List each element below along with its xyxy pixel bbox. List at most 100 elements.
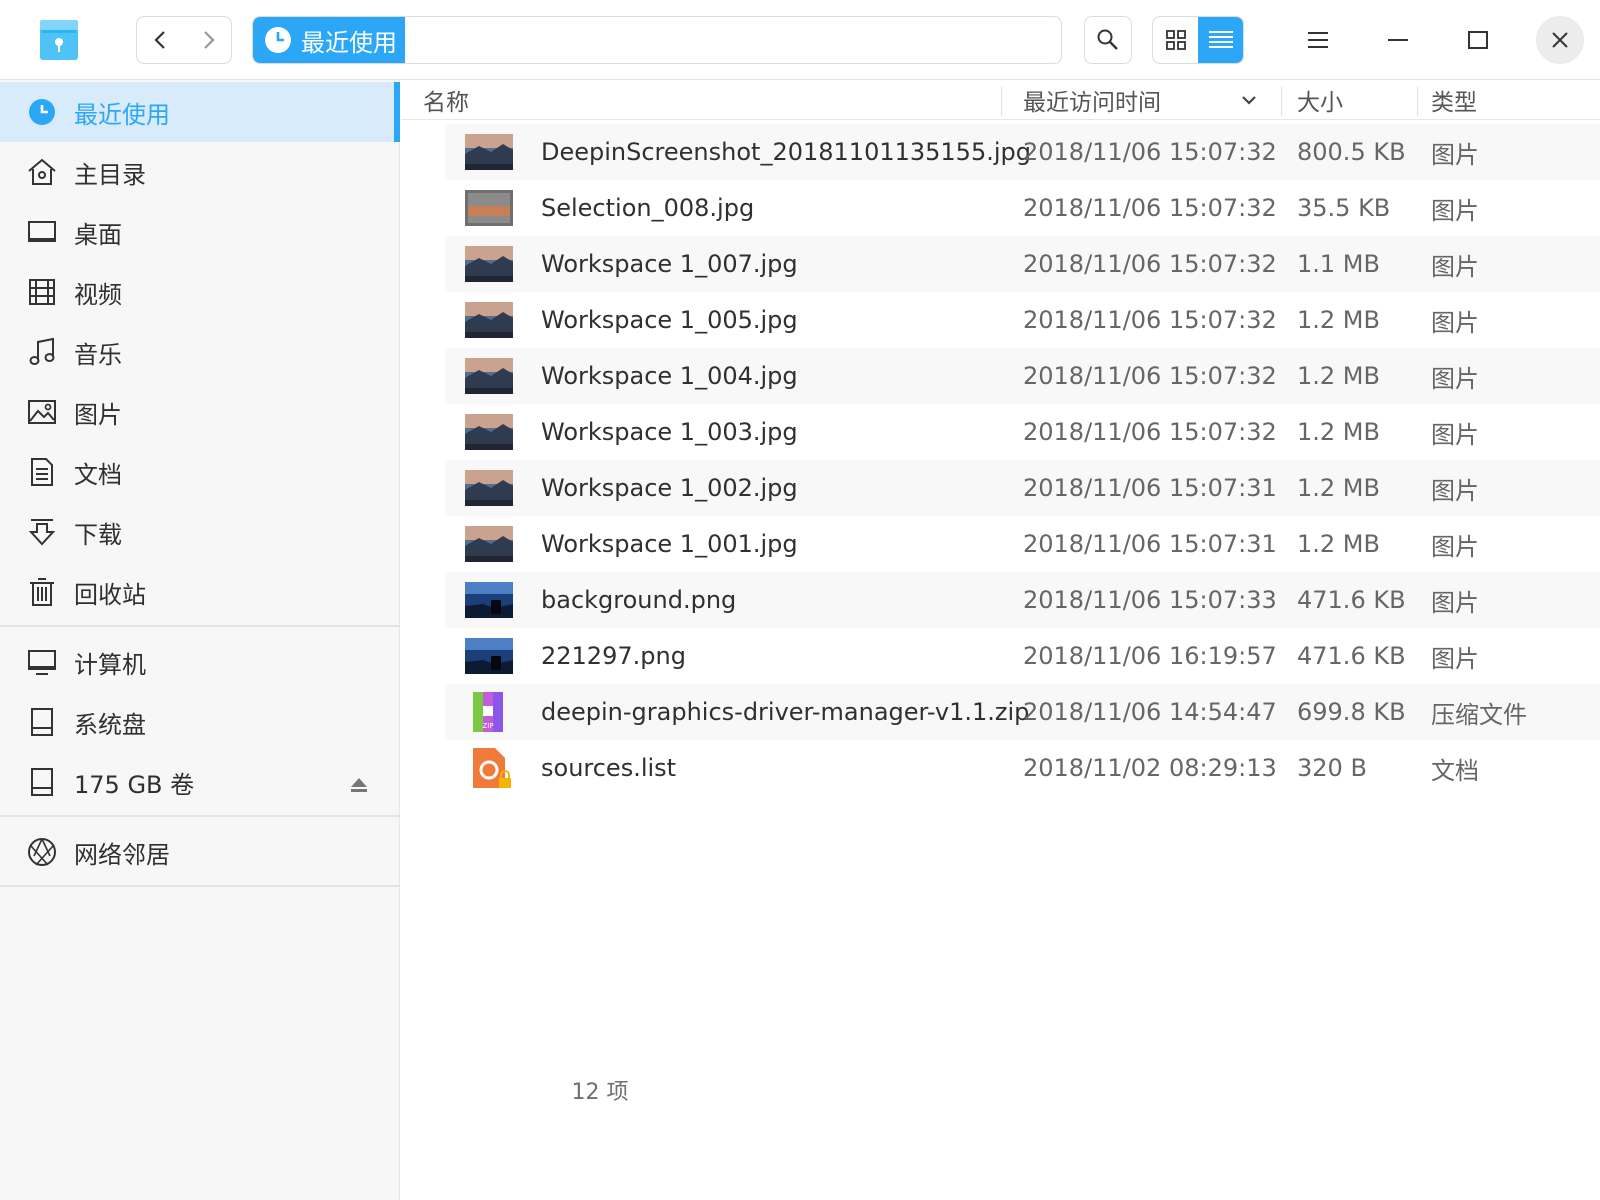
file-thumbnail-icon: [465, 246, 513, 282]
file-thumbnail-icon: [465, 358, 513, 394]
sidebar-item-network[interactable]: 网络邻居: [0, 822, 400, 882]
address-bar[interactable]: 最近使用: [252, 16, 1062, 64]
search-button[interactable]: [1084, 16, 1132, 64]
clock-icon: [265, 27, 291, 53]
column-separator[interactable]: [1417, 86, 1418, 116]
file-time: 2018/11/06 15:07:33: [1023, 586, 1277, 614]
sidebar-item-downloads[interactable]: 下载: [0, 502, 400, 562]
file-time: 2018/11/06 15:07:31: [1023, 530, 1277, 558]
file-time: 2018/11/06 16:19:57: [1023, 642, 1277, 670]
sidebar-item-pictures[interactable]: 图片: [0, 382, 400, 442]
sidebar-item-label: 视频: [74, 280, 122, 309]
breadcrumb-recent[interactable]: 最近使用: [253, 17, 405, 63]
file-size: 800.5 KB: [1297, 138, 1406, 166]
file-name: Workspace 1_001.jpg: [541, 530, 798, 558]
file-size: 1.2 MB: [1297, 362, 1380, 390]
music-icon: [26, 336, 58, 368]
file-size: 699.8 KB: [1297, 698, 1406, 726]
file-time: 2018/11/06 15:07:32: [1023, 138, 1277, 166]
column-header-name[interactable]: 名称: [423, 80, 469, 120]
column-separator[interactable]: [1281, 86, 1282, 116]
file-row[interactable]: sources.list 2018/11/02 08:29:13 320 B 文档: [445, 740, 1600, 796]
column-header-type[interactable]: 类型: [1431, 80, 1477, 120]
file-row[interactable]: Workspace 1_002.jpg 2018/11/06 15:07:31 1.…: [445, 460, 1600, 516]
sidebar-item-documents[interactable]: 文档: [0, 442, 400, 502]
file-name: Workspace 1_003.jpg: [541, 418, 798, 446]
file-name: 221297.png: [541, 642, 686, 670]
column-header-time[interactable]: 最近访问时间: [1023, 80, 1257, 120]
file-size: 1.2 MB: [1297, 418, 1380, 446]
sidebar-item-videos[interactable]: 视频: [0, 262, 400, 322]
menu-icon: [1308, 32, 1328, 48]
file-row[interactable]: DeepinScreenshot_20181101135155.jpg 2018/…: [445, 124, 1600, 180]
file-size: 35.5 KB: [1297, 194, 1391, 222]
close-button[interactable]: [1536, 16, 1584, 64]
sidebar-item-trash[interactable]: 回收站: [0, 562, 400, 622]
file-row[interactable]: 221297.png 2018/11/06 16:19:57 471.6 KB 图片: [445, 628, 1600, 684]
file-row[interactable]: Workspace 1_004.jpg 2018/11/06 15:07:32 1.…: [445, 348, 1600, 404]
file-row[interactable]: background.png 2018/11/06 15:07:33 471.6 K…: [445, 572, 1600, 628]
view-mode-switch: [1152, 16, 1244, 64]
breadcrumb-label: 最近使用: [301, 28, 397, 57]
back-button[interactable]: [137, 17, 184, 63]
file-thumbnail-icon: ZIP: [465, 690, 513, 734]
file-type: 图片: [1431, 308, 1479, 337]
sidebar-item-computer[interactable]: 计算机: [0, 632, 400, 692]
sidebar-item-home[interactable]: 主目录: [0, 142, 400, 202]
file-name: sources.list: [541, 754, 677, 782]
sidebar-item-system-disk[interactable]: 系统盘: [0, 692, 400, 752]
file-row[interactable]: Workspace 1_003.jpg 2018/11/06 15:07:32 1.…: [445, 404, 1600, 460]
file-type: 压缩文件: [1431, 700, 1527, 729]
clock-icon: [26, 96, 58, 128]
sidebar-item-desktop[interactable]: 桌面: [0, 202, 400, 262]
maximize-button[interactable]: [1454, 16, 1502, 64]
sort-descending-icon: [1242, 96, 1256, 105]
file-time: 2018/11/06 15:07:32: [1023, 306, 1277, 334]
file-size: 471.6 KB: [1297, 586, 1406, 614]
file-name: Workspace 1_004.jpg: [541, 362, 798, 390]
sidebar-item-recent[interactable]: 最近使用: [0, 82, 400, 142]
file-row[interactable]: Selection_008.jpg 2018/11/06 15:07:32 35.5…: [445, 180, 1600, 236]
sidebar-item-label: 最近使用: [74, 100, 170, 129]
file-name: DeepinScreenshot_20181101135155.jpg: [541, 138, 1031, 166]
file-type: 图片: [1431, 420, 1479, 449]
forward-button[interactable]: [184, 17, 231, 63]
file-name: Workspace 1_007.jpg: [541, 250, 798, 278]
column-header-label: 类型: [1431, 90, 1477, 116]
desktop-icon: [26, 216, 58, 248]
computer-icon: [26, 646, 58, 678]
titlebar: 最近使用: [0, 0, 1600, 80]
file-size: 1.2 MB: [1297, 306, 1380, 334]
file-row[interactable]: ZIP deepin-graphics-driver-manager-v1.1.z…: [445, 684, 1600, 740]
file-thumbnail-icon: [465, 470, 513, 506]
sidebar-item-music[interactable]: 音乐: [0, 322, 400, 382]
list-view-button[interactable]: [1198, 17, 1243, 63]
sidebar-item-volume[interactable]: 175 GB 卷: [0, 752, 400, 812]
file-row[interactable]: Workspace 1_005.jpg 2018/11/06 15:07:32 1.…: [445, 292, 1600, 348]
navigation-buttons: [136, 16, 232, 64]
file-thumbnail-icon: [465, 638, 513, 674]
file-name: background.png: [541, 586, 737, 614]
file-time: 2018/11/06 15:07:32: [1023, 418, 1277, 446]
eject-icon[interactable]: [350, 772, 368, 800]
file-row[interactable]: Workspace 1_007.jpg 2018/11/06 15:07:32 1.…: [445, 236, 1600, 292]
file-size: 1.2 MB: [1297, 474, 1380, 502]
column-separator[interactable]: [1001, 86, 1002, 116]
file-type: 图片: [1431, 364, 1479, 393]
sidebar-divider: [0, 815, 400, 817]
file-row[interactable]: Workspace 1_001.jpg 2018/11/06 15:07:31 1.…: [445, 516, 1600, 572]
icon-view-button[interactable]: [1153, 17, 1198, 63]
grid-icon: [1165, 30, 1186, 50]
picture-icon: [26, 396, 58, 428]
home-icon: [26, 156, 58, 188]
minimize-button[interactable]: [1374, 16, 1422, 64]
sidebar-divider: [0, 625, 400, 627]
column-header-size[interactable]: 大小: [1297, 80, 1343, 120]
file-thumbnail-icon: [465, 414, 513, 450]
column-header-label: 大小: [1297, 90, 1343, 116]
main-menu-button[interactable]: [1294, 16, 1342, 64]
file-manager-logo-icon: [36, 16, 82, 64]
file-type: 图片: [1431, 252, 1479, 281]
file-type: 文档: [1431, 756, 1479, 785]
column-header-label: 最近访问时间: [1023, 90, 1161, 116]
